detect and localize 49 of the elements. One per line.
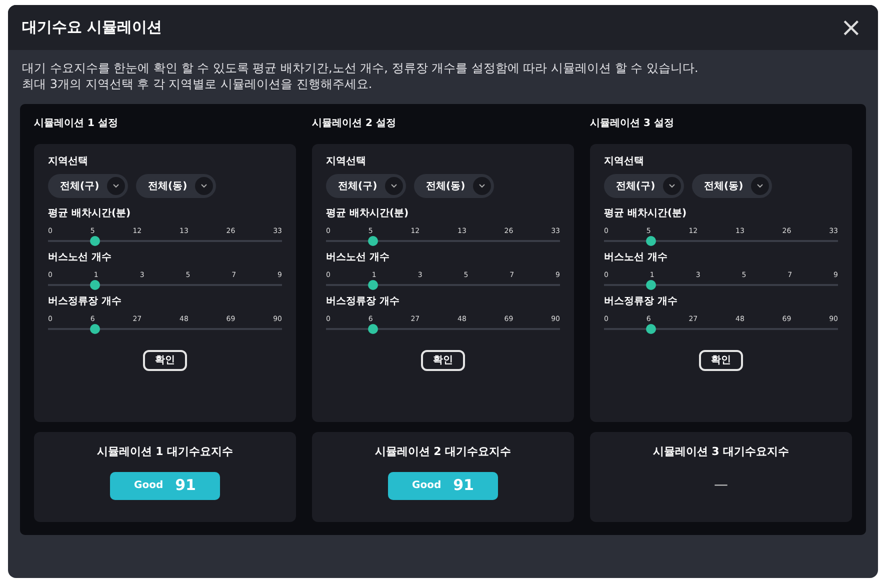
empty-score: — — [714, 476, 728, 494]
field-label: 지역선택 — [604, 155, 645, 169]
slider-thumb[interactable] — [368, 324, 378, 334]
region-select[interactable]: 전체(동) — [414, 174, 494, 198]
field-label: 지역선택 — [48, 155, 89, 169]
score-badge: Good 91 — [110, 472, 220, 500]
field-label: 버스노선 개수 — [604, 251, 668, 265]
slider-thumb[interactable] — [90, 324, 100, 334]
slider-thumb[interactable] — [90, 280, 100, 290]
confirm-button[interactable]: 확인 — [699, 350, 743, 371]
field-label: 버스노선 개수 — [48, 251, 112, 265]
column-title: 시뮬레이션 3 설정 — [590, 117, 675, 131]
field-label: 버스정류장 개수 — [326, 295, 400, 309]
result-title: 시뮬레이션 1 대기수요지수 — [96, 444, 234, 460]
region-select[interactable]: 전체(동) — [136, 174, 216, 198]
score-badge: Good 91 — [388, 472, 498, 500]
field-label: 평균 배차시간(분) — [326, 207, 410, 221]
chevron-down-icon — [201, 184, 207, 188]
column-title: 시뮬레이션 1 설정 — [34, 117, 119, 131]
field-label: 버스정류장 개수 — [604, 295, 678, 309]
description-text: 최대 3개의 지역선택 후 각 지역별로 시뮬레이션을 진행해주세요. — [22, 76, 374, 92]
slider-thumb[interactable] — [646, 280, 656, 290]
field-label: 평균 배차시간(분) — [604, 207, 688, 221]
slider-thumb[interactable] — [90, 236, 100, 246]
close-button[interactable]: × — [838, 14, 864, 40]
slider-thumb[interactable] — [646, 236, 656, 246]
description-text: 대기 수요지수를 한눈에 확인 할 수 있도록 평균 배차기간,노선 개수, 정류장 개수를 설정함에 따라 시뮬레이션 할 수 있습니다. — [22, 60, 700, 76]
chevron-down-icon — [669, 184, 675, 188]
confirm-button[interactable]: 확인 — [421, 350, 465, 371]
confirm-button[interactable]: 확인 — [143, 350, 187, 371]
column-title: 시뮬레이션 2 설정 — [312, 117, 397, 131]
result-title: 시뮬레이션 2 대기수요지수 — [374, 444, 512, 460]
field-label: 지역선택 — [326, 155, 367, 169]
dialog-title: 대기수요 시뮬레이션 — [22, 17, 162, 38]
slider-thumb[interactable] — [368, 236, 378, 246]
chevron-down-icon — [479, 184, 485, 188]
chevron-down-icon — [757, 184, 763, 188]
slider-thumb[interactable] — [368, 280, 378, 290]
chevron-down-icon — [113, 184, 119, 188]
field-label: 버스노선 개수 — [326, 251, 390, 265]
region-select[interactable]: 전체(구) — [604, 174, 684, 198]
field-label: 버스정류장 개수 — [48, 295, 122, 309]
region-select[interactable]: 전체(동) — [692, 174, 772, 198]
region-select[interactable]: 전체(구) — [48, 174, 128, 198]
chevron-down-icon — [391, 184, 397, 188]
slider-thumb[interactable] — [646, 324, 656, 334]
field-label: 평균 배차시간(분) — [48, 207, 132, 221]
result-title: 시뮬레이션 3 대기수요지수 — [652, 444, 790, 460]
region-select[interactable]: 전체(구) — [326, 174, 406, 198]
